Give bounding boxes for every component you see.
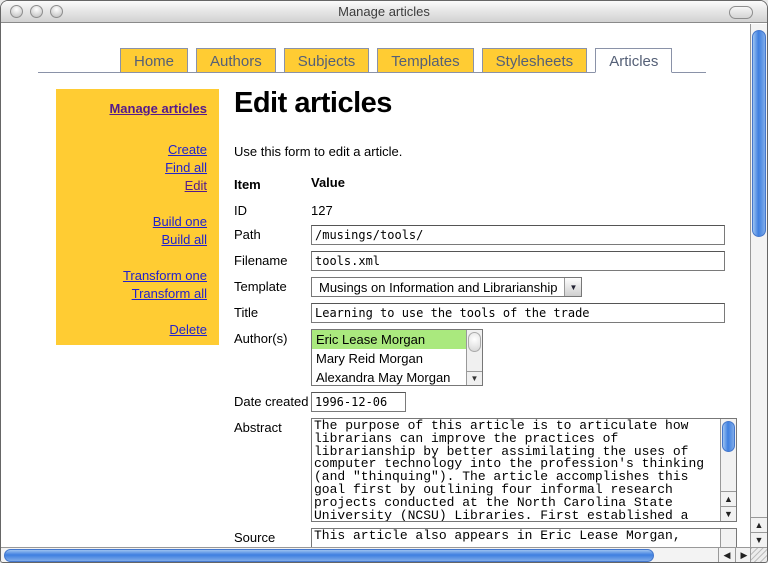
- sidebar-item-transform-one[interactable]: Transform one: [56, 267, 207, 285]
- window-controls: [10, 5, 63, 18]
- abstract-textarea[interactable]: The purpose of this article is to articu…: [311, 418, 737, 522]
- tab-templates[interactable]: Templates: [377, 48, 473, 73]
- sidebar-item-find-all[interactable]: Find all: [56, 159, 207, 177]
- source-label: Source: [234, 528, 311, 547]
- abstract-label: Abstract: [234, 418, 311, 522]
- textarea-scrollbar[interactable]: [720, 529, 736, 547]
- main-area: Edit articles Use this form to edit a ar…: [234, 87, 739, 547]
- scrollbar-thumb[interactable]: [468, 332, 481, 352]
- author-option[interactable]: Mary Reid Morgan: [312, 349, 466, 368]
- id-label: ID: [234, 201, 311, 219]
- intro-text: Use this form to edit a article.: [234, 144, 739, 159]
- id-row: ID 127: [234, 201, 739, 219]
- author-option[interactable]: Alexandra May Morgan: [312, 368, 466, 386]
- resize-grip[interactable]: [750, 547, 767, 563]
- sidebar-item-delete[interactable]: Delete: [56, 321, 207, 339]
- filename-row: Filename: [234, 251, 739, 271]
- sidebar-item-edit[interactable]: Edit: [56, 177, 207, 195]
- sidebar-item-manage-articles[interactable]: Manage articles: [56, 100, 207, 118]
- source-row: Source This article also appears in Eric…: [234, 528, 739, 547]
- source-text[interactable]: This article also appears in Eric Lease …: [312, 529, 719, 547]
- edit-form: Item Value ID 127 Path Filename: [234, 175, 739, 547]
- browser-window: Manage articles Home Authors Subjects Te…: [0, 0, 768, 563]
- tab-stylesheets[interactable]: Stylesheets: [482, 48, 588, 73]
- scroll-down-icon[interactable]: ▼: [751, 532, 767, 547]
- page-title: Edit articles: [234, 87, 739, 120]
- authors-row: Author(s) Eric Lease Morgan Mary Reid Mo…: [234, 329, 739, 386]
- sidebar-item-build-one[interactable]: Build one: [56, 213, 207, 231]
- tab-bar: Home Authors Subjects Templates Styleshe…: [38, 47, 706, 73]
- window-vertical-scrollbar[interactable]: ▲ ▼: [750, 24, 767, 547]
- dropdown-button[interactable]: ▼: [564, 278, 581, 296]
- table-header-row: Item Value: [234, 175, 739, 193]
- sidebar-item-transform-all[interactable]: Transform all: [56, 285, 207, 303]
- authors-listbox[interactable]: Eric Lease Morgan Mary Reid Morgan Alexa…: [311, 329, 483, 386]
- toolbar-toggle-button[interactable]: [729, 6, 753, 19]
- date-created-input[interactable]: [311, 392, 406, 412]
- authors-label: Author(s): [234, 329, 311, 386]
- id-value: 127: [311, 201, 739, 219]
- template-selected-value: Musings on Information and Librarianship: [312, 280, 564, 295]
- author-option-selected[interactable]: Eric Lease Morgan: [312, 330, 466, 349]
- column-header-value: Value: [311, 175, 739, 193]
- tab-authors[interactable]: Authors: [196, 48, 276, 73]
- window-title: Manage articles: [1, 4, 767, 19]
- sidebar-item-create[interactable]: Create: [56, 141, 207, 159]
- textarea-scrollbar[interactable]: ▲ ▼: [720, 419, 736, 521]
- tab-subjects[interactable]: Subjects: [284, 48, 370, 73]
- title-input[interactable]: [311, 303, 725, 323]
- scroll-up-icon[interactable]: ▲: [721, 491, 736, 506]
- source-textarea[interactable]: This article also appears in Eric Lease …: [311, 528, 737, 547]
- template-label: Template: [234, 277, 311, 297]
- path-input[interactable]: [311, 225, 725, 245]
- scrollbar-thumb[interactable]: [722, 421, 735, 452]
- title-label: Title: [234, 303, 311, 323]
- tab-articles[interactable]: Articles: [595, 48, 672, 73]
- scroll-up-icon[interactable]: ▲: [751, 517, 767, 532]
- column-header-item: Item: [234, 175, 311, 193]
- listbox-scrollbar[interactable]: ▼: [466, 330, 482, 385]
- close-button[interactable]: [10, 5, 23, 18]
- sidebar-item-build-all[interactable]: Build all: [56, 231, 207, 249]
- window-horizontal-scrollbar[interactable]: ◀ ▶: [1, 547, 752, 563]
- scroll-down-icon[interactable]: ▼: [467, 371, 482, 385]
- scroll-left-icon[interactable]: ◀: [718, 548, 735, 563]
- sidebar: Manage articles Create Find all Edit Bui…: [56, 89, 219, 345]
- scroll-down-icon[interactable]: ▼: [721, 506, 736, 521]
- tab-home[interactable]: Home: [120, 48, 188, 73]
- zoom-button[interactable]: [50, 5, 63, 18]
- template-row: Template Musings on Information and Libr…: [234, 277, 739, 297]
- minimize-button[interactable]: [30, 5, 43, 18]
- filename-input[interactable]: [311, 251, 725, 271]
- chevron-down-icon: ▼: [570, 283, 578, 292]
- scrollbar-thumb[interactable]: [4, 549, 654, 562]
- abstract-row: Abstract The purpose of this article is …: [234, 418, 739, 522]
- path-label: Path: [234, 225, 311, 245]
- date-created-row: Date created: [234, 392, 739, 412]
- scrollbar-thumb[interactable]: [752, 30, 766, 237]
- abstract-text[interactable]: The purpose of this article is to articu…: [312, 419, 719, 521]
- title-bar: Manage articles: [1, 1, 767, 23]
- path-row: Path: [234, 225, 739, 245]
- date-created-label: Date created: [234, 392, 311, 412]
- filename-label: Filename: [234, 251, 311, 271]
- page-content: Home Authors Subjects Templates Styleshe…: [1, 24, 752, 547]
- title-row: Title: [234, 303, 739, 323]
- template-select[interactable]: Musings on Information and Librarianship…: [311, 277, 582, 297]
